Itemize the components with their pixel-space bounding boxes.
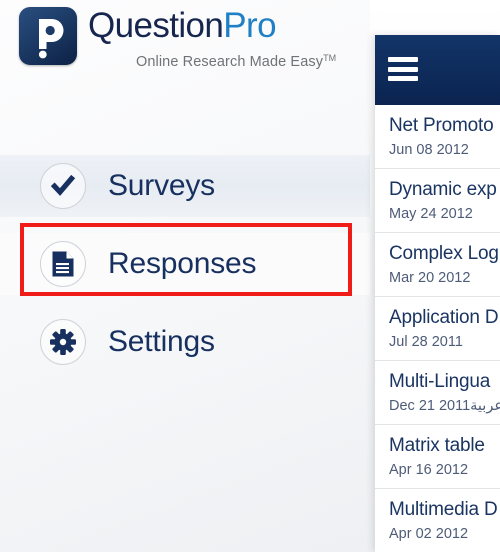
- panel-header: [375, 35, 500, 105]
- list-item[interactable]: Matrix table Apr 16 2012: [375, 425, 500, 489]
- trademark-mark: TM: [323, 53, 337, 63]
- list-item-date: Apr 02 2012: [389, 526, 469, 542]
- brand-name-pro: Pro: [223, 6, 276, 45]
- list-item-date: Dec 21 2011عربية: [389, 398, 500, 414]
- brand-name-question: Question: [88, 6, 224, 45]
- survey-list: Net Promoto Jun 08 2012 Dynamic exp May …: [375, 105, 500, 552]
- hamburger-bar: [388, 57, 418, 62]
- list-item-date: Jul 28 2011: [389, 334, 463, 350]
- sidebar-item-label-settings: Settings: [108, 325, 215, 358]
- list-item-title: Dynamic exp: [389, 179, 497, 200]
- list-item-date: Apr 16 2012: [389, 462, 469, 478]
- survey-list-panel: Net Promoto Jun 08 2012 Dynamic exp May …: [375, 35, 500, 552]
- left-navigation-panel: QuestionPro Online Research Made EasyTM …: [0, 0, 370, 552]
- list-item[interactable]: Complex Log Mar 20 2012: [375, 233, 500, 297]
- list-item-date: Jun 08 2012: [389, 142, 469, 158]
- document-icon: [40, 241, 86, 287]
- check-circle-icon: [40, 163, 86, 209]
- sidebar-item-label-responses: Responses: [108, 247, 257, 280]
- list-item-date: May 24 2012: [389, 206, 473, 222]
- brand-tagline: Online Research Made EasyTM: [136, 50, 336, 70]
- list-item-title: Multi-Lingua: [389, 371, 491, 392]
- list-item[interactable]: Application D Jul 28 2011: [375, 297, 500, 361]
- list-item-title: Application D: [389, 307, 499, 328]
- brand-tagline-text: Online Research Made Easy: [136, 54, 324, 70]
- hamburger-bar: [388, 66, 418, 72]
- sidebar-item-surveys[interactable]: Surveys: [0, 155, 370, 217]
- list-item-title: Net Promoto: [389, 115, 494, 136]
- list-item-date: Mar 20 2012: [389, 270, 471, 286]
- list-item-title: Matrix table: [389, 435, 485, 456]
- app-root: QuestionPro Online Research Made EasyTM …: [0, 0, 500, 552]
- gear-icon: [40, 319, 86, 365]
- questionpro-p-logo-icon: [19, 7, 77, 65]
- list-item-title: Complex Log: [389, 243, 499, 264]
- sidebar-item-label-surveys: Surveys: [108, 169, 215, 202]
- sidebar-item-responses[interactable]: Responses: [0, 233, 370, 295]
- sidebar-item-settings[interactable]: Settings: [0, 311, 370, 373]
- list-item-title: Multimedia D: [389, 499, 498, 520]
- hamburger-menu-icon[interactable]: [388, 57, 418, 81]
- hamburger-bar: [388, 76, 418, 81]
- list-item[interactable]: Net Promoto Jun 08 2012: [375, 105, 500, 169]
- list-item[interactable]: Multimedia D Apr 02 2012: [375, 489, 500, 552]
- list-item[interactable]: Dynamic exp May 24 2012: [375, 169, 500, 233]
- brand-wordmark: QuestionPro: [88, 6, 277, 46]
- brand-header: QuestionPro Online Research Made EasyTM: [14, 4, 354, 70]
- list-item[interactable]: Multi-Lingua Dec 21 2011عربية: [375, 361, 500, 425]
